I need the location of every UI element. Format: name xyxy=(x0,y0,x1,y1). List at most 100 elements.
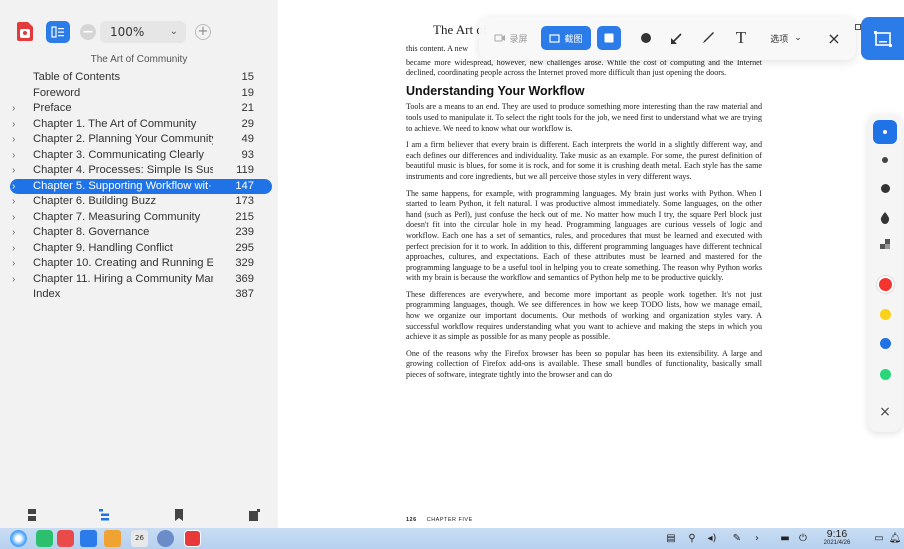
thumbnail-toggle-button[interactable] xyxy=(46,21,70,43)
paragraph: became more widespread, however, new cha… xyxy=(406,57,762,78)
color-swatch-red[interactable] xyxy=(873,272,897,296)
close-panel-button[interactable]: × xyxy=(873,400,897,424)
annotation-tab-icon[interactable] xyxy=(247,508,261,522)
arrow-tool-button[interactable] xyxy=(664,26,688,50)
toc-item[interactable]: › Chapter 3. Communicating Clearly 93 xyxy=(10,148,272,164)
toc-tab-icon[interactable] xyxy=(97,508,111,522)
toc-item[interactable]: › Chapter 7. Measuring Community 215 xyxy=(10,210,272,226)
document-view[interactable]: The Art of this content. A new became mo… xyxy=(278,0,904,528)
chevron-right-icon[interactable]: › xyxy=(12,210,15,226)
document-viewer-taskbar-icon[interactable] xyxy=(184,530,201,547)
bell-icon[interactable]: 🔔︎ xyxy=(888,530,902,547)
notification-icon[interactable]: ▭ xyxy=(872,530,886,547)
system-tray: ▤ ⚲ ◂) ✎ › ▬ ⏻ ▭ 🔔︎ xyxy=(650,530,904,547)
zoom-in-button[interactable]: + xyxy=(195,24,211,40)
keyboard-icon[interactable]: ▤ xyxy=(664,530,678,547)
chevron-right-icon[interactable]: › xyxy=(12,117,15,133)
screen-icon[interactable]: ▬ xyxy=(778,530,792,547)
power-icon[interactable]: ⏻ xyxy=(796,530,810,547)
dot-medium-icon xyxy=(882,157,888,163)
toc-item-page: 173 xyxy=(235,195,254,207)
toc-item[interactable]: › Chapter 4. Processes: Simple Is Susta··… xyxy=(10,163,272,179)
sidebar-list-icon xyxy=(51,26,64,38)
toc-item[interactable]: › Preface 21 xyxy=(10,101,272,117)
text-tool-button[interactable]: T xyxy=(729,26,753,50)
record-mode-button[interactable]: 录屏 xyxy=(489,26,533,50)
settings-icon[interactable] xyxy=(157,530,174,547)
chevron-right-icon[interactable]: › xyxy=(12,256,15,272)
mosaic-button[interactable] xyxy=(873,232,897,256)
size-medium-button[interactable] xyxy=(873,148,897,172)
volume-icon[interactable]: ◂) xyxy=(705,530,719,547)
color-swatch-yellow[interactable] xyxy=(873,302,897,326)
calendar-icon[interactable]: 26 xyxy=(131,530,148,547)
size-small-button[interactable] xyxy=(873,120,897,144)
pen-tool-button[interactable] xyxy=(696,26,720,50)
capture-icon xyxy=(873,30,892,47)
toc-item-title: Chapter 6. Building Buzz xyxy=(33,195,157,207)
clock[interactable]: 9:16 2021/4/26 xyxy=(817,528,857,547)
document-viewer-logo-icon[interactable] xyxy=(14,20,36,42)
zoom-out-button[interactable]: − xyxy=(80,24,96,40)
toc-item[interactable]: › Chapter 11. Hiring a Community Man··· 36… xyxy=(10,272,272,288)
sidebar-toolbar: − 100% ⌄ + xyxy=(0,0,278,50)
zoom-select[interactable]: 100% ⌄ xyxy=(100,21,186,43)
chevron-right-icon[interactable]: › xyxy=(12,241,15,257)
page-content: this content. A new became more widespre… xyxy=(406,44,762,387)
toc-item[interactable]: Foreword 19 xyxy=(10,86,272,102)
multitask-icon[interactable] xyxy=(36,530,53,547)
color-swatch-green[interactable] xyxy=(873,362,897,386)
box-app-icon[interactable] xyxy=(104,530,121,547)
toc-item[interactable]: › Chapter 6. Building Buzz 173 xyxy=(10,194,272,210)
bookmark-tab-icon[interactable] xyxy=(172,508,186,522)
toc-item-page: 387 xyxy=(235,288,254,300)
color-swatch-blue[interactable] xyxy=(873,331,897,355)
toc-item[interactable]: › Chapter 9. Handling Conflict 295 xyxy=(10,241,272,257)
ellipse-tool-button[interactable] xyxy=(634,26,658,50)
minus-icon: − xyxy=(82,24,94,40)
chevron-right-icon[interactable]: › xyxy=(12,194,15,210)
toc-item[interactable]: Table of Contents 15 xyxy=(10,70,272,86)
confirm-capture-button[interactable] xyxy=(861,17,904,60)
chevron-right-icon[interactable]: › xyxy=(12,163,15,179)
page-number: 126 xyxy=(406,517,417,523)
swatch xyxy=(879,337,891,349)
chevron-right-icon[interactable]: › xyxy=(12,132,15,148)
toc-item-page: 29 xyxy=(241,117,254,130)
toc-item-title: Chapter 9. Handling Conflict xyxy=(33,241,173,254)
app-store-icon[interactable] xyxy=(80,530,97,547)
close-screenshot-button[interactable]: × xyxy=(822,26,846,50)
screenshot-mode-button[interactable]: 截图 xyxy=(541,26,591,50)
drop-icon xyxy=(880,212,890,224)
paragraph: One of the reasons why the Firefox brows… xyxy=(406,348,762,380)
toc-item[interactable]: › Chapter 5. Supporting Workflow wit··· 14… xyxy=(10,178,272,195)
arrow-icon xyxy=(670,32,682,44)
clock-time: 9:16 xyxy=(826,528,848,540)
pen-tray-icon[interactable]: ✎ xyxy=(730,530,744,547)
toc-item-title: Chapter 7. Measuring Community xyxy=(33,210,201,223)
toc-item[interactable]: Index 387 xyxy=(10,287,272,303)
ellipse-icon xyxy=(641,33,651,43)
chevron-right-icon[interactable]: › xyxy=(12,101,15,117)
thumbnails-tab-icon[interactable] xyxy=(25,508,39,522)
launcher-icon[interactable] xyxy=(10,530,27,547)
chevron-right-icon[interactable]: › xyxy=(12,179,15,195)
file-manager-icon[interactable] xyxy=(57,530,74,547)
toc-item-title: Chapter 3. Communicating Clearly xyxy=(33,148,204,161)
chevron-right-icon[interactable]: › xyxy=(12,148,15,164)
size-large-button[interactable] xyxy=(873,176,897,200)
toc-item-page: 369 xyxy=(235,272,254,285)
paragraph: Tools are a means to an end. They are us… xyxy=(406,102,762,133)
options-dropdown[interactable]: 选项 ⌄ xyxy=(763,26,809,50)
toc-item[interactable]: › Chapter 10. Creating and Running Ev··· 3… xyxy=(10,256,272,272)
chevron-right-icon[interactable]: › xyxy=(750,530,764,547)
rectangle-tool-button[interactable] xyxy=(597,26,621,50)
toc-item[interactable]: › Chapter 8. Governance 239 xyxy=(10,225,272,241)
toc-item[interactable]: › Chapter 1. The Art of Community 29 xyxy=(10,117,272,133)
toc-item[interactable]: › Chapter 2. Planning Your Community 49 xyxy=(10,132,272,148)
chevron-right-icon[interactable]: › xyxy=(12,272,15,288)
chevron-right-icon[interactable]: › xyxy=(12,225,15,241)
swatch xyxy=(879,368,891,380)
blur-button[interactable] xyxy=(873,206,897,230)
usb-icon[interactable]: ⚲ xyxy=(685,530,699,547)
